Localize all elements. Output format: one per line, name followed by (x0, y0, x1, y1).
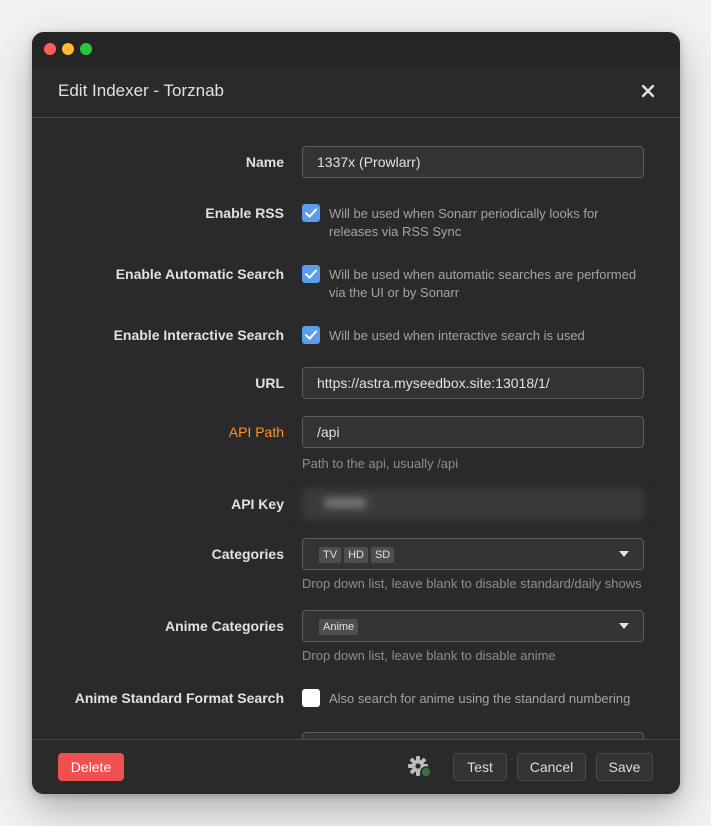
modal-footer: Delete Test Cancel Save (32, 739, 680, 794)
api-key-input[interactable] (302, 488, 644, 520)
edit-indexer-window: Edit Indexer - Torznab Name 1337x (Prowl… (32, 32, 680, 794)
anime-categories-help: Drop down list, leave blank to disable a… (302, 648, 556, 663)
gear-icon[interactable] (406, 753, 434, 781)
categories-help: Drop down list, leave blank to disable s… (302, 576, 642, 591)
categories-select[interactable]: TV HD SD (302, 538, 644, 570)
modal-header: Edit Indexer - Torznab (32, 66, 680, 118)
api-key-label: API Key (231, 496, 284, 512)
delete-button[interactable]: Delete (58, 753, 124, 781)
enable-rss-checkbox[interactable] (302, 204, 320, 222)
categories-label: Categories (211, 546, 284, 562)
category-tag: HD (344, 547, 368, 564)
api-path-input[interactable]: /api (302, 416, 644, 448)
enable-interactive-checkbox[interactable] (302, 326, 320, 344)
enable-interactive-help: Will be used when interactive search is … (329, 328, 585, 343)
caret-down-icon (619, 551, 629, 557)
test-button[interactable]: Test (453, 753, 507, 781)
window-maximize-button[interactable] (80, 43, 92, 55)
window-close-button[interactable] (44, 43, 56, 55)
url-label: URL (255, 375, 284, 391)
cancel-button[interactable]: Cancel (517, 753, 586, 781)
enable-auto-help: Will be used when automatic searches are… (329, 267, 637, 300)
anime-standard-help: Also search for anime using the standard… (329, 691, 631, 706)
check-icon (305, 269, 317, 279)
anime-categories-select[interactable]: Anime (302, 610, 644, 642)
enable-rss-label: Enable RSS (205, 205, 284, 221)
window-minimize-button[interactable] (62, 43, 74, 55)
name-label: Name (245, 154, 284, 170)
enable-auto-checkbox[interactable] (302, 265, 320, 283)
modal-body: Name 1337x (Prowlarr) Enable RSS Will be… (32, 119, 680, 740)
modal-title: Edit Indexer - Torznab (58, 81, 224, 100)
anime-standard-label: Anime Standard Format Search (74, 690, 284, 706)
check-icon (305, 330, 317, 340)
api-path-label: API Path (228, 424, 284, 440)
anime-standard-checkbox[interactable] (302, 689, 320, 707)
category-tag: TV (319, 547, 342, 564)
enable-auto-label: Enable Automatic Search (115, 266, 284, 282)
save-button[interactable]: Save (596, 753, 653, 781)
caret-down-icon (619, 623, 629, 629)
category-tag: SD (370, 547, 395, 564)
url-input[interactable]: https://astra.myseedbox.site:13018/1/ (302, 367, 644, 399)
enable-rss-help: Will be used when Sonarr periodically lo… (329, 206, 599, 239)
name-input[interactable]: 1337x (Prowlarr) (302, 146, 644, 178)
check-icon (305, 208, 317, 218)
enable-interactive-label: Enable Interactive Search (113, 327, 284, 343)
window-titlebar (32, 32, 680, 66)
close-icon[interactable] (636, 79, 660, 103)
anime-categories-label: Anime Categories (164, 618, 284, 634)
anime-category-tag: Anime (319, 619, 359, 636)
api-path-help: Path to the api, usually /api (302, 456, 459, 471)
